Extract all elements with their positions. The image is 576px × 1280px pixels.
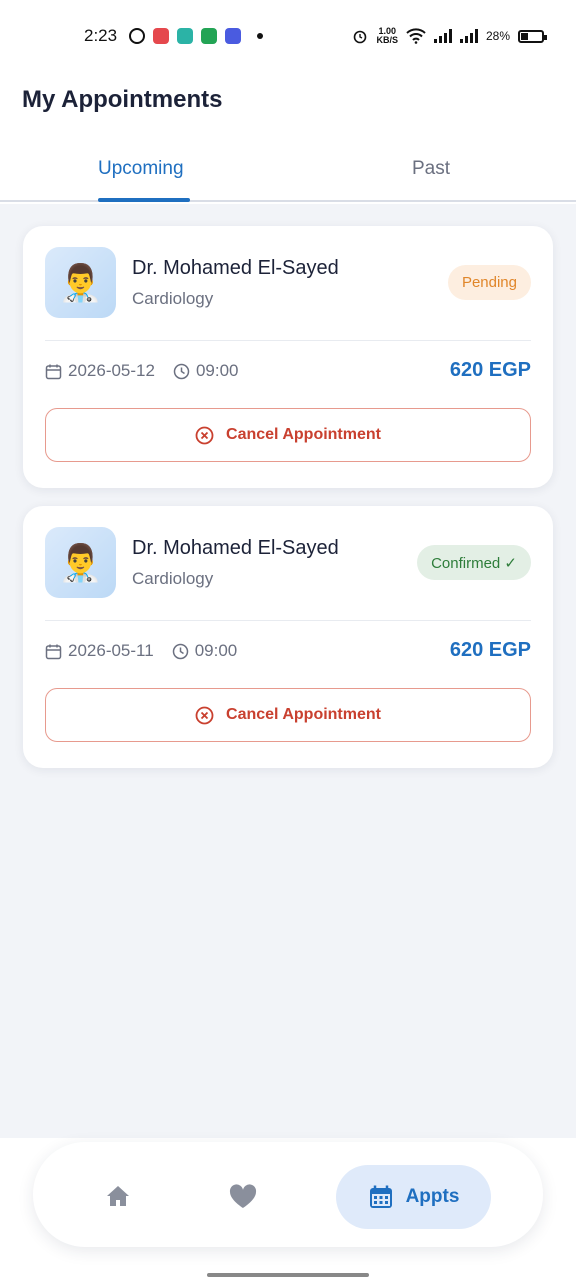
signal-icon [459, 29, 478, 43]
nav-appointments-button[interactable]: Appts [336, 1165, 491, 1229]
bottom-nav: Appts [33, 1142, 543, 1247]
doctor-specialty: Cardiology [132, 289, 214, 308]
calendar-icon [45, 364, 62, 379]
tab-upcoming[interactable]: Upcoming [98, 158, 184, 180]
doctor-name: Dr. Mohamed El-Sayed [132, 257, 339, 279]
status-badge: Confirmed ✓ [417, 545, 531, 580]
notification-app-icon [225, 28, 242, 44]
status-bar: 2:23 1.00 KB/S 28% [0, 0, 576, 72]
page-title: My Appointments [22, 86, 223, 113]
cancel-appointment-button[interactable]: Cancel Appointment [45, 688, 531, 742]
appointment-card[interactable]: 👨‍⚕️ Dr. Mohamed El-Sayed Cardiology Con… [23, 506, 553, 768]
notification-app-icon [201, 28, 218, 44]
appointment-time: 09:00 [195, 361, 239, 380]
calendar-icon [369, 1185, 392, 1208]
doctor-avatar: 👨‍⚕️ [45, 247, 116, 318]
tab-past[interactable]: Past [412, 158, 450, 180]
notification-app-icon [177, 28, 194, 44]
tab-bar: Upcoming Past [0, 148, 576, 202]
cancel-appointment-button[interactable]: Cancel Appointment [45, 408, 531, 462]
clock-icon [173, 363, 190, 379]
doctor-avatar: 👨‍⚕️ [45, 527, 116, 598]
cancel-button-label: Cancel Appointment [226, 706, 381, 723]
cancel-circle-icon [195, 706, 214, 724]
appointment-card[interactable]: 👨‍⚕️ Dr. Mohamed El-Sayed Cardiology Pen… [23, 226, 553, 488]
alarm-icon [354, 30, 367, 44]
appointment-datetime: 2026-05-11 09:00 [45, 641, 237, 661]
wifi-icon [406, 28, 426, 44]
appointment-date: 2026-05-11 [68, 641, 154, 660]
signal-icon [433, 29, 452, 43]
gesture-bar[interactable] [207, 1273, 369, 1277]
home-icon [107, 1186, 129, 1206]
appointment-time: 09:00 [194, 641, 238, 660]
whatsapp-icon [129, 28, 146, 44]
notification-app-icon [153, 28, 170, 44]
heart-icon [229, 1184, 257, 1208]
doctor-name: Dr. Mohamed El-Sayed [132, 537, 339, 559]
status-time: 2:23 [84, 26, 118, 45]
nav-appointments-label: Appts [405, 1186, 460, 1207]
clock-icon [172, 643, 188, 659]
battery-icon [518, 29, 547, 43]
doctor-specialty: Cardiology [132, 569, 214, 588]
calendar-icon [45, 644, 62, 659]
cancel-circle-icon [195, 426, 214, 444]
app-header: My Appointments Upcoming Past [0, 72, 576, 204]
appointment-price: 620 EGP [449, 639, 531, 661]
nav-home-button[interactable] [105, 1184, 131, 1213]
status-badge: Pending [447, 265, 531, 300]
network-speed: 1.00 KB/S [376, 26, 398, 45]
nav-favorites-button[interactable] [229, 1184, 257, 1214]
card-divider [45, 620, 531, 621]
appointment-datetime: 2026-05-12 09:00 [45, 361, 239, 381]
bottom-nav-area: Appts [0, 1138, 576, 1280]
battery-percent: 28% [485, 29, 510, 43]
cancel-button-label: Cancel Appointment [226, 426, 381, 443]
more-notifications-dot [257, 33, 264, 39]
appointment-date: 2026-05-12 [68, 361, 155, 380]
card-divider [45, 340, 531, 341]
appointment-price: 620 EGP [449, 359, 531, 381]
active-tab-indicator [98, 198, 190, 202]
